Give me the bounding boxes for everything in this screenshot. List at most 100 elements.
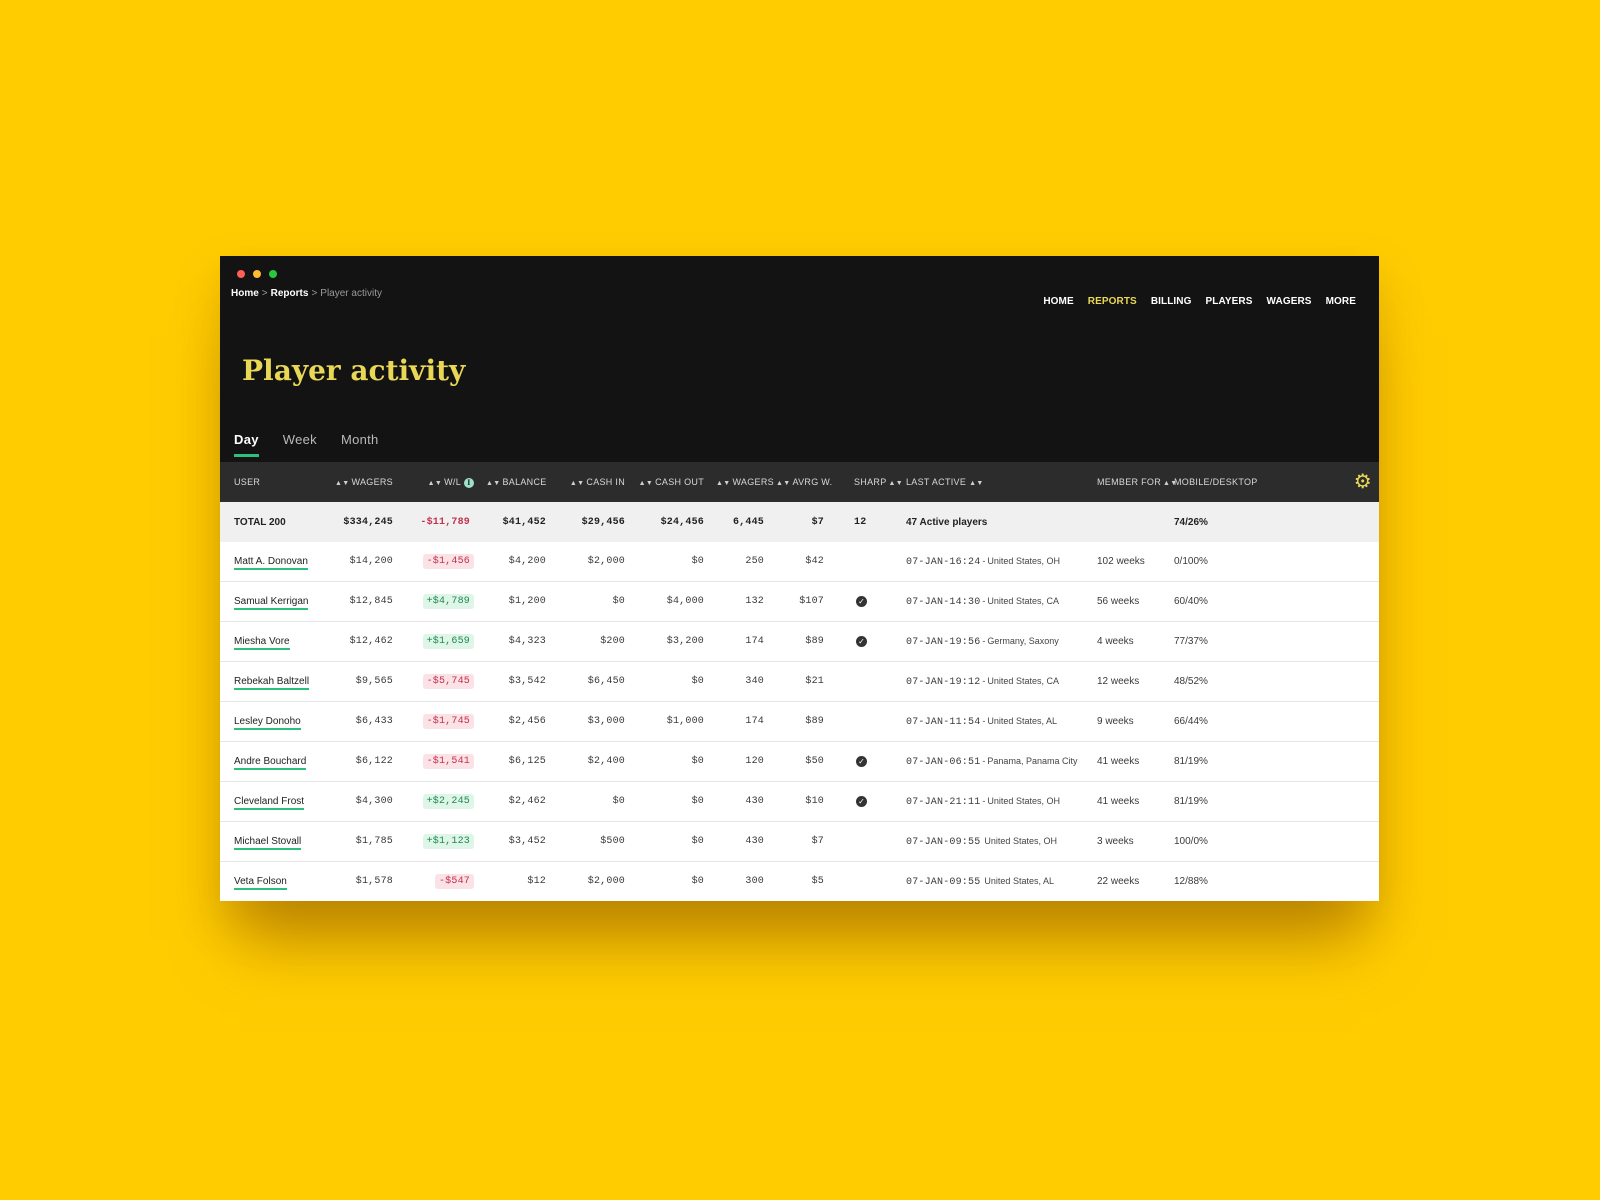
last-active-cell: 07-JAN-11:54- United States, AL [900,701,1091,742]
col-balance[interactable]: ▲▼ BALANCE [480,462,552,502]
col-cash-in[interactable]: ▲▼ CASH IN [552,462,631,502]
last-active-cell: 07-JAN-06:51- Panama, Panama City [900,741,1091,782]
gear-icon[interactable]: ⚙ [1354,471,1372,493]
user-link[interactable]: Cleveland Frost [234,796,305,810]
user-link[interactable]: Rebekah Baltzell [234,676,310,690]
avrg-cell: $10 [770,781,830,822]
col-cash-out[interactable]: ▲▼ CASH OUT [631,462,710,502]
col-last-active[interactable]: LAST ACTIVE ▲▼ [900,462,1091,502]
info-icon[interactable]: i [464,477,474,488]
cash-in-cell: $500 [552,821,631,862]
minimize-window-button[interactable] [253,270,261,278]
last-active-time: 07-JAN-06:51 [906,756,981,768]
nav-billing[interactable]: BILLING [1151,296,1192,307]
col-user-label: USER [234,477,261,487]
table-row: Michael Stovall $1,785 +$1,123 $3,452 $500 $0… [220,821,1379,862]
wagers-cell: $12,462 [328,621,399,662]
avrg-cell: $89 [770,701,830,742]
col-wagers[interactable]: ▲▼ WAGERS [328,462,399,502]
tab-week[interactable]: Week [283,432,317,457]
col-member-for-label: MEMBER FOR [1097,477,1162,487]
sort-icon: ▲▼ [427,479,443,487]
user-link[interactable]: Matt A. Donovan [234,556,308,570]
user-link[interactable]: Samual Kerrigan [234,596,309,610]
table-row: Miesha Vore $12,462 +$1,659 $4,323 $200 $3,20… [220,621,1379,662]
wl-cell: -$547 [399,861,480,901]
cash-out-cell: $0 [631,821,710,862]
breadcrumb-reports[interactable]: Reports [271,288,309,299]
member-for-cell: 41 weeks [1091,781,1168,822]
row-spacer [1275,621,1379,662]
mobile-desktop-cell: 81/19% [1168,741,1275,782]
sharp-cell: ✓ [830,621,900,662]
member-for-cell: 56 weeks [1091,581,1168,622]
last-active-separator: - [982,595,986,606]
last-active-location: United States, OH [984,835,1057,846]
last-active-location: United States, AL [987,715,1057,726]
wagers-count-cell: 430 [710,781,770,822]
last-active-time: 07-JAN-09:55 [906,876,981,888]
user-link[interactable]: Andre Bouchard [234,756,307,770]
sharp-cell: ✓ [830,781,900,822]
member-for-cell: 4 weeks [1091,621,1168,662]
balance-cell: $1,200 [480,581,552,622]
col-sharp-label: SHARP [854,477,887,487]
nav-wagers[interactable]: WAGERS [1267,296,1312,307]
mobile-desktop-cell: 60/40% [1168,581,1275,622]
col-sharp[interactable]: SHARP ▲▼ [830,462,903,502]
wagers-count-cell: 174 [710,621,770,662]
sharp-cell [830,661,900,702]
close-window-button[interactable] [237,270,245,278]
last-active-cell: 07-JAN-14:30- United States, CA [900,581,1091,622]
table-row: Rebekah Baltzell $9,565 -$5,745 $3,542 $6,45… [220,661,1379,702]
sort-icon: ▲▼ [335,480,350,487]
col-settings: ⚙ [1275,462,1379,502]
last-active-cell: 07-JAN-09:55 United States, AL [900,861,1091,901]
col-cash-out-label: CASH OUT [655,477,704,487]
balance-cell: $12 [480,861,552,901]
tab-day[interactable]: Day [234,432,259,457]
avrg-cell: $42 [770,542,830,582]
sort-icon: ▲▼ [569,480,585,487]
row-spacer [1275,661,1379,702]
user-link[interactable]: Lesley Donoho [234,716,301,730]
col-balance-label: BALANCE [502,477,547,487]
col-avrg[interactable]: ▲▼ AVRG W. [770,462,832,502]
last-active-location: Germany, Saxony [987,635,1059,646]
nav-home[interactable]: HOME [1043,296,1073,307]
last-active-separator: - [982,715,986,726]
nav-players[interactable]: PLAYERS [1206,296,1253,307]
cash-out-cell: $0 [631,741,710,782]
wagers-count-cell: 174 [710,701,770,742]
balance-cell: $4,200 [480,542,552,582]
col-user[interactable]: USER [220,462,328,502]
check-circle-icon: ✓ [856,796,867,807]
period-tabs: Day Week Month [234,432,403,457]
total-sharp: 12 [830,502,900,542]
balance-cell: $2,462 [480,781,552,822]
col-wagers-count[interactable]: ▲▼ WAGERS [710,462,774,502]
breadcrumb-current: Player activity [320,288,382,299]
mobile-desktop-cell: 12/88% [1168,861,1275,901]
table-row: Cleveland Frost $4,300 +$2,245 $2,462 $0 $0 43… [220,781,1379,822]
col-member-for[interactable]: MEMBER FOR ▲▼ [1091,462,1177,502]
user-cell: Matt A. Donovan [220,542,328,582]
zoom-window-button[interactable] [269,270,277,278]
last-active-time: 07-JAN-16:24 [906,556,981,568]
user-cell: Andre Bouchard [220,741,328,782]
user-link[interactable]: Michael Stovall [234,836,302,850]
nav-reports[interactable]: REPORTS [1088,296,1137,307]
tab-month[interactable]: Month [341,432,379,457]
cash-in-cell: $2,000 [552,861,631,901]
wl-badge: -$547 [434,874,474,889]
user-cell: Rebekah Baltzell [220,661,328,702]
col-wl[interactable]: ▲▼ W/L i [399,462,480,502]
col-mobile-desktop[interactable]: MOBILE/DESKTOP [1168,462,1275,502]
total-spacer [1275,502,1379,542]
last-active-cell: 07-JAN-09:55 United States, OH [900,821,1091,862]
user-link[interactable]: Miesha Vore [234,636,290,650]
user-cell: Michael Stovall [220,821,328,862]
breadcrumb-home[interactable]: Home [231,288,259,299]
user-link[interactable]: Veta Folson [234,876,287,890]
nav-more[interactable]: MORE [1326,296,1356,307]
